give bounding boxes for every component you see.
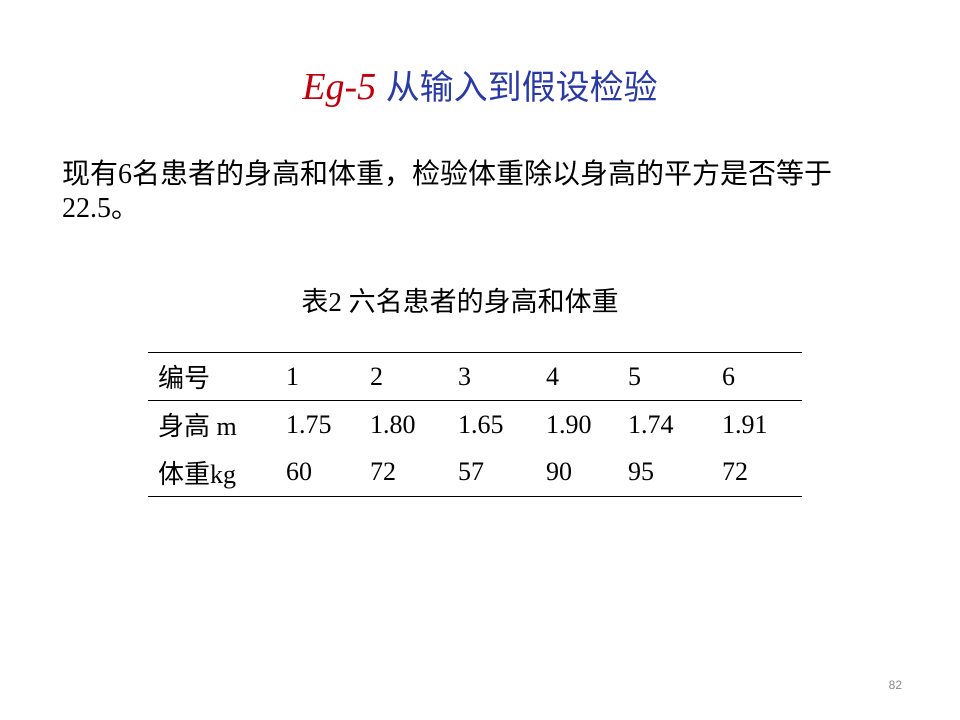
table-header-row: 编号 1 2 3 4 5 6 (148, 352, 802, 401)
header-cell: 3 (448, 352, 536, 401)
header-cell: 4 (536, 352, 618, 401)
table-cell: 95 (618, 448, 712, 497)
table-cell: 1.65 (458, 409, 504, 439)
title-prefix: Eg-5 (302, 66, 377, 108)
table-caption: 表2 六名患者的身高和体重 (301, 287, 619, 317)
slide-title: Eg-5 从输入到假设检验 (0, 62, 960, 113)
header-cell: 2 (360, 352, 448, 401)
table-cell: 1.80 (370, 409, 416, 439)
data-table: 编号 1 2 3 4 5 6 身高 m 1.75 1.80 1.65 1.90 … (148, 352, 802, 497)
header-cell: 6 (712, 352, 802, 401)
header-cell: 5 (618, 352, 712, 401)
page-number: 82 (888, 678, 902, 692)
table-cell: 72 (712, 448, 802, 497)
table-cell: 72 (360, 448, 448, 497)
table-cell: 60 (276, 448, 360, 497)
title-main: 从输入到假设检验 (385, 68, 658, 108)
problem-statement: 现有6名患者的身高和体重，检验体重除以身高的平方是否等于22.5。 (62, 159, 833, 224)
table-row-weight: 体重kg 60 72 57 90 95 72 (148, 448, 802, 497)
table-cell: 1.91 (722, 409, 768, 439)
table-cell: 57 (448, 448, 536, 497)
table-cell: 1.74 (628, 409, 674, 439)
row-label: 体重kg (148, 448, 276, 497)
table-cell: 90 (536, 448, 618, 497)
row-label: 身高 m (158, 412, 237, 442)
table-cell: 1.75 (286, 409, 332, 439)
table-cell: 1.90 (546, 409, 592, 439)
table-row-height: 身高 m 1.75 1.80 1.65 1.90 1.74 1.91 (148, 401, 802, 449)
header-cell: 编号 (148, 352, 276, 401)
header-cell: 1 (276, 352, 360, 401)
